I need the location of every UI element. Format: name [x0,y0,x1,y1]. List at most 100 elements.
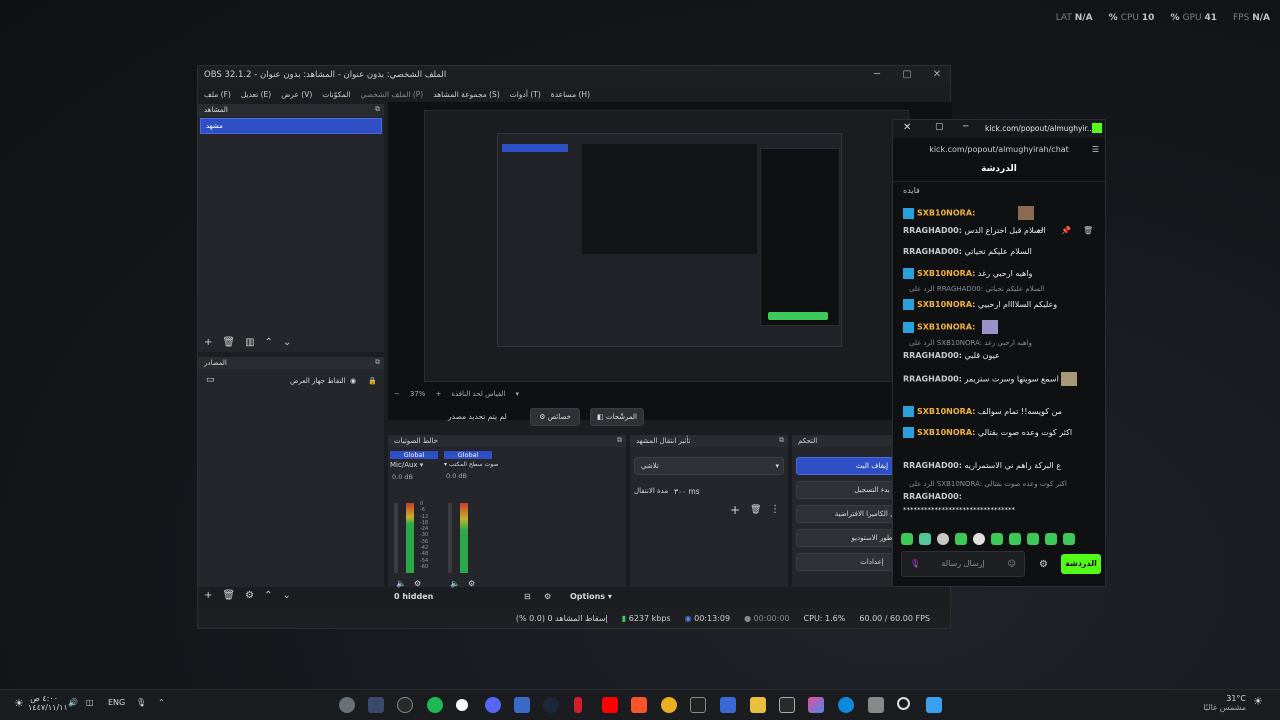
down-icon[interactable]: ⌄ [282,590,290,601]
discord-app-icon[interactable] [485,697,501,713]
eye-icon[interactable]: ◉ [350,377,356,385]
dock-icon[interactable]: ⧉ [779,436,784,445]
chat-url[interactable]: kick.com/popout/almughyirah/chat ☰ [893,140,1105,160]
filter-icon[interactable]: ▥ [245,337,254,348]
weather-icon[interactable]: ☀ [14,697,24,710]
up-icon[interactable]: ⌃ [264,590,272,601]
network-icon[interactable]: ◫ [86,698,94,707]
emote-icon[interactable] [955,533,967,545]
steam-app-icon[interactable] [543,697,559,713]
dock-icon[interactable]: ⧉ [375,105,380,114]
chat-input[interactable]: 🎙 إرسال رسالة ☺ [901,551,1025,577]
minimize-icon[interactable]: ─ [963,122,968,132]
delete-icon[interactable]: 🗑 [1083,226,1093,235]
emote-icon[interactable] [973,533,985,545]
close-icon[interactable]: ✕ [930,68,944,82]
dock-icon[interactable]: ⧉ [617,436,622,445]
source-item[interactable]: ▭ التقاط جهاز العرض ◉ 🔒 [198,375,384,389]
search-icon[interactable] [897,697,910,710]
weather-widget[interactable]: 31°C مشمس غالبًا [1200,694,1246,712]
menu-scene-collection[interactable]: مجموعة المشاهد (S) [433,90,500,99]
valorant-app-icon[interactable] [574,697,582,713]
emote-icon[interactable] [1045,533,1057,545]
volume-icon[interactable]: 🔊 [68,698,78,707]
menu-file[interactable]: ملف (F) [204,90,231,99]
menu-view[interactable]: عرض (V) [281,90,312,99]
chrome-browser-icon[interactable] [661,697,677,713]
chevron-up-icon[interactable]: ⌃ [158,698,165,707]
filters-button[interactable]: ◧ المرشّحات [590,408,644,426]
trash-icon[interactable]: 🗑 [222,590,235,601]
edge-app-icon[interactable] [838,697,854,713]
emote-icon[interactable] [1027,533,1039,545]
options-button[interactable]: Options ▾ [570,592,612,601]
scene-item[interactable]: مشهد [200,118,382,134]
clock[interactable]: ٤:٠٠ ص ١٤٤٧/١١/١١ [28,694,68,712]
obs-app-icon[interactable] [397,697,413,713]
youtube-app-icon[interactable] [602,697,618,713]
transition-select[interactable]: تلاشي ▾ [634,457,784,475]
mic-fader[interactable] [394,503,398,573]
close-icon[interactable]: ✕ [903,122,911,133]
settings-icon[interactable]: ☰ [1092,140,1099,160]
emote-icon[interactable] [991,533,1003,545]
zoom-out-icon[interactable]: − [394,390,400,398]
pin-icon[interactable]: 📌 [1061,226,1071,235]
maximize-icon[interactable]: ▢ [900,68,914,82]
capcut-app-icon[interactable] [779,697,795,713]
emote-icon[interactable] [901,533,913,545]
menu-profile[interactable]: الملف الشخصي (P) [360,90,423,99]
layout-icon[interactable]: ⊟ [524,592,531,601]
reply-icon[interactable]: ↩ [1037,226,1044,235]
trash-icon[interactable]: 🗑 [750,505,761,515]
mic-icon[interactable]: 🎙 [136,698,146,707]
task-view-icon[interactable] [868,697,884,713]
add-icon[interactable]: + [730,503,740,517]
language-indicator[interactable]: ENG [108,698,125,707]
zoom-mode[interactable]: القياس لحد النافذة [451,390,505,398]
gear-icon[interactable]: ⚙ [245,590,254,601]
maximize-icon[interactable]: ▢ [935,122,944,132]
file-explorer-icon[interactable] [750,697,766,713]
trash-icon[interactable]: 🗑 [222,337,235,348]
dock-icon[interactable]: ⧉ [375,358,380,367]
lock-icon[interactable]: 🔒 [368,377,377,385]
chevron-down-icon[interactable]: ▾ [516,390,520,398]
menu-help[interactable]: مساعدة (H) [551,90,590,99]
store-app-icon[interactable] [720,697,736,713]
chrome-app-icon[interactable] [368,697,384,713]
desktop-fader[interactable] [448,503,452,573]
more-icon[interactable]: ⋮ [770,504,780,515]
chevron-down-icon[interactable]: ▾ [444,461,447,468]
emote-icon[interactable] [1063,533,1075,545]
emoji-icon[interactable]: ☺ [1008,559,1016,568]
properties-button[interactable]: ⚙ خصائص [530,408,580,426]
send-chat-button[interactable]: الدردشة [1061,554,1101,574]
mixer-settings-icon[interactable]: ⚙ [544,592,551,601]
app-icon[interactable] [456,699,468,711]
menu-tools[interactable]: أدوات (T) [510,90,541,99]
emote-icon[interactable] [937,533,949,545]
duration-input[interactable]: ٣٠٠ ms [674,487,700,496]
brave-app-icon[interactable] [631,697,647,713]
minimize-icon[interactable]: ─ [870,68,884,82]
emote-icon[interactable] [919,533,931,545]
menu-docks[interactable]: المكوّنات [322,90,350,99]
start-menu-icon[interactable] [926,697,942,713]
mic-icon[interactable]: 🎙 [910,559,920,568]
chat-message[interactable]: RRAGHAD00: السلام قبل اختراع الدس ↩ 📌 🗑 [903,226,1093,235]
settings-app-icon[interactable] [339,697,355,713]
epic-games-icon[interactable] [690,697,706,713]
preview-canvas[interactable] [388,102,952,420]
spotify-app-icon[interactable] [427,697,443,713]
copilot-app-icon[interactable] [808,697,824,713]
gear-icon[interactable]: ⚙ [1039,559,1048,570]
emote-icon[interactable] [1009,533,1021,545]
add-icon[interactable]: + [204,337,212,348]
shield-app-icon[interactable] [514,697,530,713]
chevron-down-icon[interactable]: ▾ [420,461,424,469]
add-icon[interactable]: + [204,590,212,601]
menu-edit[interactable]: تعديل (E) [241,90,271,99]
zoom-in-icon[interactable]: + [435,390,441,398]
up-icon[interactable]: ⌃ [265,337,273,348]
